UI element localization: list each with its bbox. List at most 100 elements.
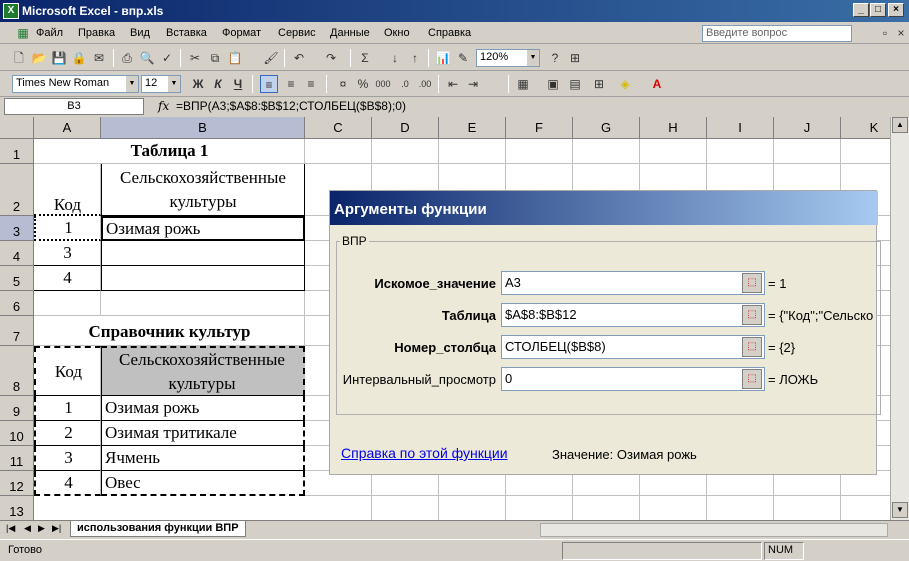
cell-A12[interactable]: 4: [34, 471, 101, 496]
menu-format[interactable]: Формат: [222, 27, 261, 39]
cell-A10[interactable]: 2: [34, 421, 101, 446]
vertical-scrollbar[interactable]: ▲ ▼: [890, 117, 909, 520]
column-header-G[interactable]: G: [573, 117, 640, 139]
menu-insert[interactable]: Вставка: [166, 27, 207, 39]
close-button[interactable]: ×: [888, 3, 904, 17]
currency-icon[interactable]: ¤: [334, 75, 352, 93]
font-size-select[interactable]: 12 ▼: [141, 75, 181, 93]
print-preview-icon[interactable]: 🔍: [138, 49, 156, 67]
autosum-icon[interactable]: Σ: [356, 49, 374, 67]
column-header-J[interactable]: J: [774, 117, 841, 139]
align-left-icon[interactable]: ≡: [260, 75, 278, 93]
cell-G13[interactable]: [573, 496, 640, 520]
cell-B4[interactable]: [101, 241, 305, 266]
thousands-button[interactable]: 000: [374, 75, 392, 93]
zoom-select[interactable]: 120% ▼: [476, 49, 540, 67]
menu-help[interactable]: Справка: [428, 27, 471, 39]
redo-icon[interactable]: ↷: [322, 49, 340, 67]
print-icon[interactable]: ⎙: [118, 49, 136, 67]
cell-G1[interactable]: [573, 139, 640, 164]
cell-E13[interactable]: [439, 496, 506, 520]
decrease-decimal-icon[interactable]: .00: [416, 75, 434, 93]
format-painter-icon[interactable]: 🖌: [262, 49, 280, 67]
menu-view[interactable]: Вид: [130, 27, 150, 39]
increase-decimal-icon[interactable]: .0: [396, 75, 414, 93]
cell-F1[interactable]: [506, 139, 573, 164]
merge-icon[interactable]: ▣: [544, 75, 562, 93]
email-icon[interactable]: ✉: [90, 49, 108, 67]
lookup-value-input[interactable]: A3: [501, 271, 765, 295]
cell-D13[interactable]: [372, 496, 439, 520]
col-index-input[interactable]: СТОЛБЕЦ($B$8): [501, 335, 765, 359]
name-box[interactable]: B3: [4, 98, 144, 115]
fx-icon[interactable]: fx: [158, 99, 169, 113]
cell-A5[interactable]: 4: [34, 266, 101, 291]
cell-A8[interactable]: Код: [34, 346, 101, 396]
first-sheet-icon[interactable]: |◀: [6, 523, 15, 534]
maximize-button[interactable]: □: [870, 3, 886, 17]
row-header-10[interactable]: 10: [0, 421, 34, 446]
font-color-icon[interactable]: A: [648, 75, 666, 93]
row-header-13[interactable]: 13: [0, 496, 34, 520]
column-header-A[interactable]: A: [34, 117, 101, 139]
spelling-icon[interactable]: ✓: [158, 49, 176, 67]
column-header-D[interactable]: D: [372, 117, 439, 139]
cell-F13[interactable]: [506, 496, 573, 520]
cell-C13[interactable]: [305, 496, 372, 520]
help-search-input[interactable]: Введите вопрос: [702, 25, 852, 42]
cell-A9[interactable]: 1: [34, 396, 101, 421]
column-header-E[interactable]: E: [439, 117, 506, 139]
align-center-icon[interactable]: ≡: [282, 75, 300, 93]
cell-B12[interactable]: Овес: [101, 471, 305, 496]
cell-B8[interactable]: Сельскохозяйственные культуры: [101, 346, 305, 396]
menu-window[interactable]: Окно: [384, 27, 410, 39]
row-header-12[interactable]: 12: [0, 471, 34, 496]
close-doc-icon[interactable]: ×: [892, 24, 909, 42]
row-header-3[interactable]: 3: [0, 216, 34, 241]
minimize-button[interactable]: _: [853, 3, 869, 17]
copy-icon[interactable]: ⧉: [206, 49, 224, 67]
cell-B3-selected[interactable]: Озимая рожь: [101, 216, 305, 241]
row-header-9[interactable]: 9: [0, 396, 34, 421]
collapse-dialog-icon[interactable]: ⬚: [742, 273, 762, 293]
cell-D1[interactable]: [372, 139, 439, 164]
sort-desc-icon[interactable]: ↑: [406, 49, 424, 67]
cell-B9[interactable]: Озимая рожь: [101, 396, 305, 421]
menu-edit[interactable]: Правка: [78, 27, 115, 39]
cell-B5[interactable]: [101, 266, 305, 291]
row-header-11[interactable]: 11: [0, 446, 34, 471]
percent-button[interactable]: %: [354, 75, 372, 93]
cell-E1[interactable]: [439, 139, 506, 164]
collapse-dialog-icon[interactable]: ⬚: [742, 369, 762, 389]
permission-icon[interactable]: 🔒: [70, 49, 88, 67]
column-header-C[interactable]: C: [305, 117, 372, 139]
new-icon[interactable]: 🗋: [10, 49, 28, 67]
cell-C1[interactable]: [305, 139, 372, 164]
select-all-corner[interactable]: [0, 117, 34, 139]
workbook-icon[interactable]: ▦: [14, 24, 32, 42]
align-right-icon[interactable]: ≡: [302, 75, 320, 93]
row-header-1[interactable]: 1: [0, 139, 34, 164]
scroll-down-icon[interactable]: ▼: [892, 502, 908, 518]
cell-B2[interactable]: Сельскохозяйственные культуры: [101, 164, 305, 216]
column-header-H[interactable]: H: [640, 117, 707, 139]
cell-I13[interactable]: [707, 496, 774, 520]
cell-J13[interactable]: [774, 496, 841, 520]
cell-A11[interactable]: 3: [34, 446, 101, 471]
cell-A1-merged[interactable]: Таблица 1: [34, 139, 305, 164]
cell-K1[interactable]: [841, 139, 890, 164]
row-header-7[interactable]: 7: [0, 316, 34, 346]
column-header-K[interactable]: K: [841, 117, 890, 139]
table-icon[interactable]: ⊞: [590, 75, 608, 93]
cut-icon[interactable]: ✂: [186, 49, 204, 67]
range-lookup-input[interactable]: 0: [501, 367, 765, 391]
scroll-up-icon[interactable]: ▲: [892, 117, 908, 133]
paste-icon[interactable]: 📋: [226, 49, 244, 67]
menu-file[interactable]: Файл: [36, 27, 63, 39]
cell-K13[interactable]: [841, 496, 890, 520]
formula-input[interactable]: =ВПР(A3;$A$8:$B$12;СТОЛБЕЦ($B$8);0): [176, 99, 406, 113]
toolbar-options-icon[interactable]: ⊞: [566, 49, 584, 67]
last-sheet-icon[interactable]: ▶|: [52, 523, 61, 534]
row-header-6[interactable]: 6: [0, 291, 34, 316]
cell-H13[interactable]: [640, 496, 707, 520]
